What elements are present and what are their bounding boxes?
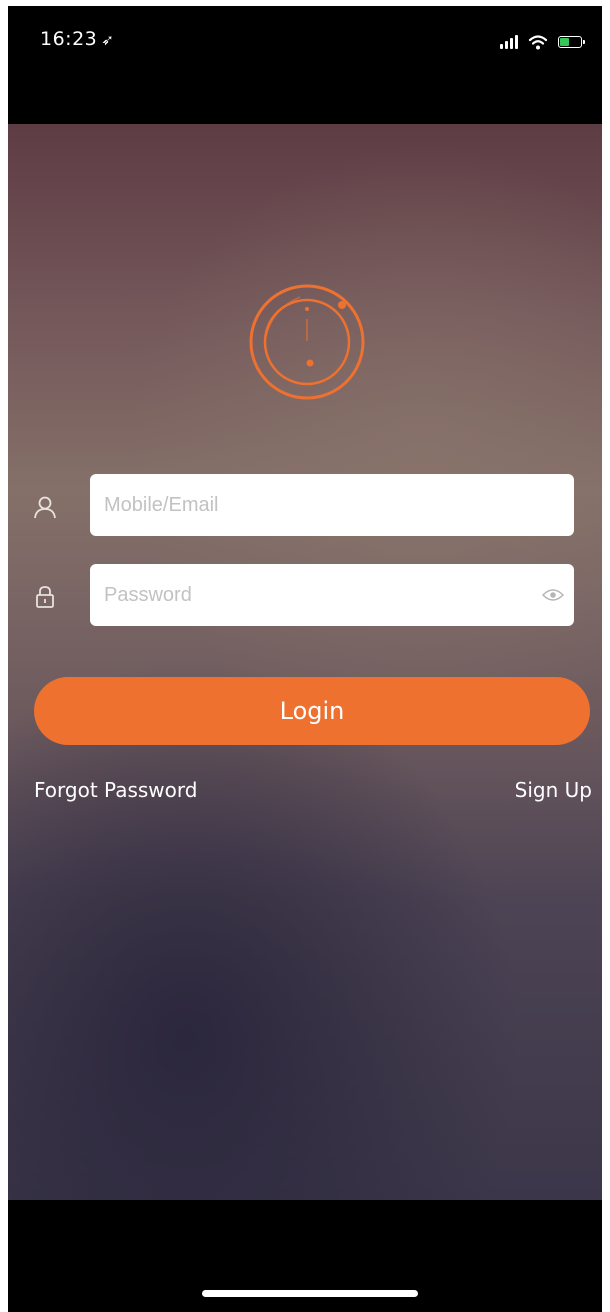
status-time-text: 16:23 bbox=[40, 28, 98, 50]
home-indicator[interactable] bbox=[202, 1290, 418, 1297]
password-input[interactable] bbox=[90, 564, 574, 626]
user-icon bbox=[34, 496, 56, 519]
bottom-bar bbox=[8, 1200, 602, 1312]
login-button[interactable]: Login bbox=[34, 677, 590, 745]
mobile-email-input[interactable] bbox=[90, 474, 574, 536]
lock-icon bbox=[36, 586, 54, 608]
status-bar: 16:23 ➶ bbox=[8, 6, 602, 124]
location-arrow-icon: ➶ bbox=[101, 31, 115, 49]
eye-icon[interactable] bbox=[542, 588, 564, 602]
cellular-signal-icon bbox=[500, 35, 518, 49]
battery-icon bbox=[558, 36, 585, 48]
orbit-ring-logo bbox=[249, 284, 365, 400]
sign-up-link[interactable]: Sign Up bbox=[515, 778, 592, 802]
status-time: 16:23 ➶ bbox=[40, 28, 114, 50]
login-screen: Login Forgot Password Sign Up bbox=[8, 124, 602, 1200]
status-icons bbox=[500, 32, 585, 52]
phone-frame: 16:23 ➶ Mobile/Email Login Forgot Passwo… bbox=[8, 6, 602, 1312]
wifi-icon bbox=[528, 35, 548, 50]
forgot-password-link[interactable]: Forgot Password bbox=[34, 778, 197, 802]
